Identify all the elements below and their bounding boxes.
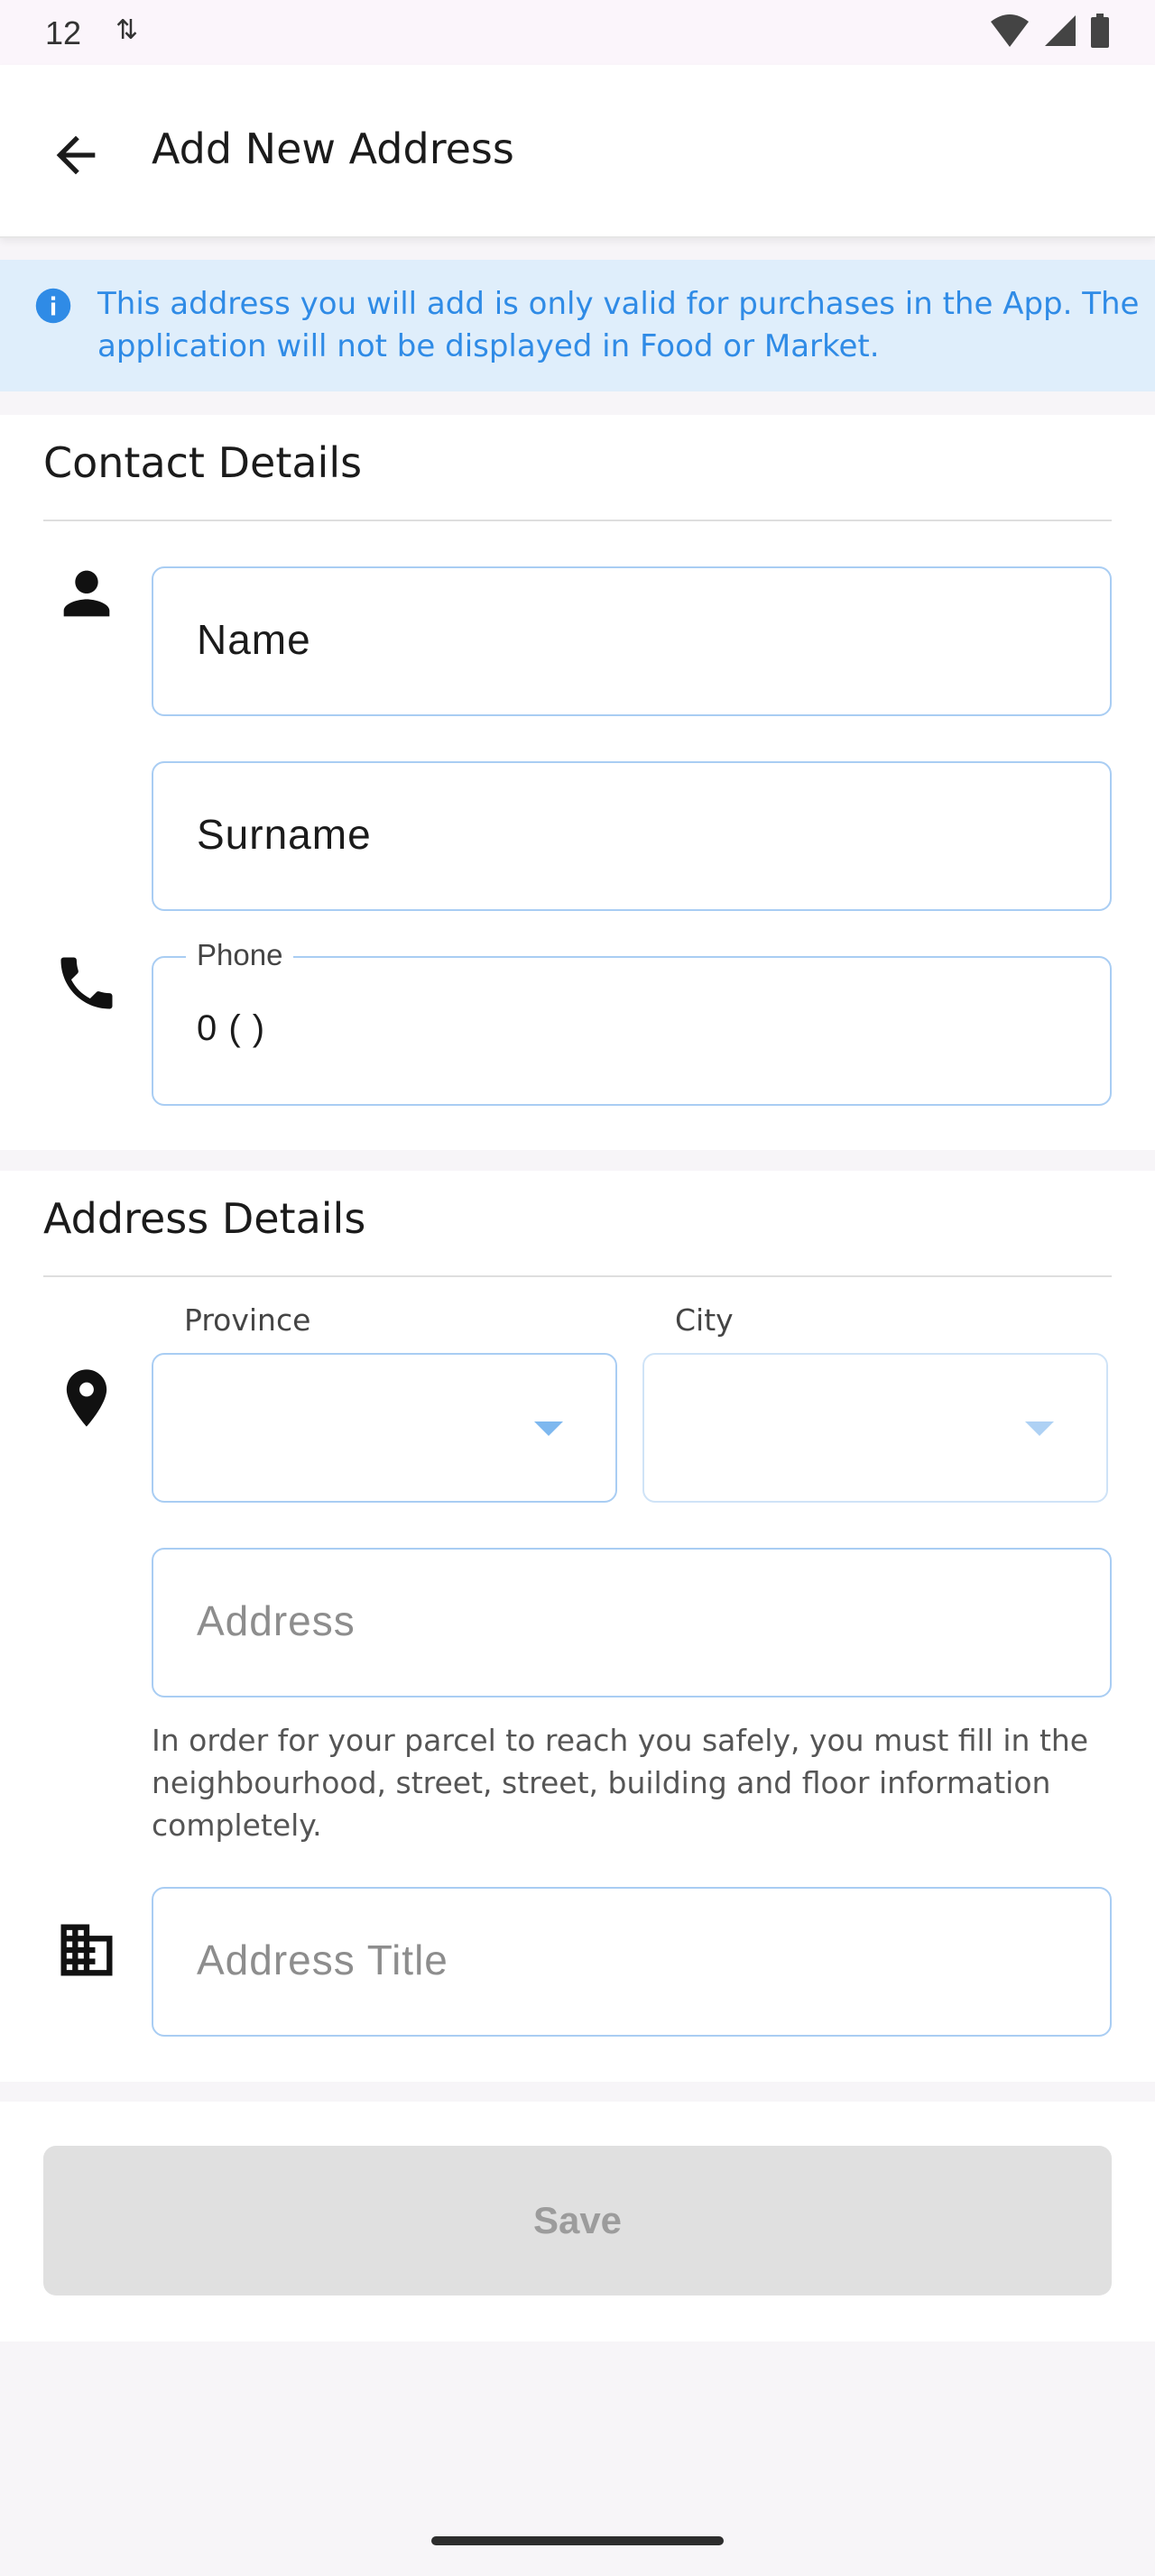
divider bbox=[43, 1275, 1112, 1277]
address-field[interactable]: Address bbox=[152, 1548, 1112, 1697]
city-select[interactable] bbox=[642, 1353, 1108, 1503]
status-bar: 12 ⇅ bbox=[0, 0, 1155, 65]
sync-icon: ⇅ bbox=[116, 15, 139, 45]
home-indicator[interactable] bbox=[431, 2536, 724, 2545]
wifi-icon bbox=[991, 14, 1029, 47]
contact-details-card: Contact Details Name Surname Phone 0 ( ) bbox=[0, 415, 1155, 1150]
person-icon bbox=[63, 570, 110, 617]
app-bar: Add New Address bbox=[0, 65, 1155, 238]
page-title: Add New Address bbox=[152, 124, 514, 173]
add-address-screen: 12 ⇅ Add New Address This address you wi… bbox=[0, 0, 1155, 2576]
name-field[interactable]: Name bbox=[152, 566, 1112, 716]
divider bbox=[43, 520, 1112, 521]
phone-field[interactable]: Phone 0 ( ) bbox=[152, 938, 1112, 1106]
battery-icon bbox=[1091, 14, 1109, 48]
status-time: 12 bbox=[45, 14, 82, 51]
address-details-card: Address Details Province City Address Ad… bbox=[0, 1171, 1155, 2082]
address-helper-text: In order for your parcel to reach you sa… bbox=[152, 1723, 1089, 1843]
phone-icon bbox=[60, 957, 113, 1009]
province-select[interactable] bbox=[152, 1353, 617, 1503]
back-arrow-icon[interactable] bbox=[47, 126, 105, 184]
chevron-down-icon bbox=[534, 1421, 563, 1436]
address-placeholder: Address bbox=[197, 1597, 356, 1644]
address-details-title: Address Details bbox=[43, 1194, 366, 1243]
signal-icon bbox=[1045, 15, 1076, 46]
save-button[interactable]: Save bbox=[43, 2146, 1112, 2295]
location-pin-icon bbox=[66, 1369, 107, 1427]
phone-value: 0 ( ) bbox=[197, 1008, 266, 1048]
status-icons bbox=[989, 13, 1110, 49]
surname-value: Surname bbox=[197, 811, 372, 858]
phone-label: Phone bbox=[186, 938, 294, 972]
info-icon bbox=[35, 288, 71, 324]
name-value: Name bbox=[197, 616, 311, 663]
province-label: Province bbox=[184, 1302, 311, 1338]
surname-field[interactable]: Surname bbox=[152, 761, 1112, 911]
chevron-down-icon bbox=[1025, 1421, 1054, 1436]
info-banner: This address you will add is only valid … bbox=[0, 260, 1155, 391]
info-banner-text: This address you will add is only valid … bbox=[97, 286, 1140, 364]
contact-details-title: Contact Details bbox=[43, 438, 363, 487]
city-label: City bbox=[675, 1302, 734, 1338]
building-icon bbox=[60, 1924, 113, 1976]
address-title-placeholder: Address Title bbox=[197, 1937, 448, 1983]
address-title-field[interactable]: Address Title bbox=[152, 1887, 1112, 2037]
